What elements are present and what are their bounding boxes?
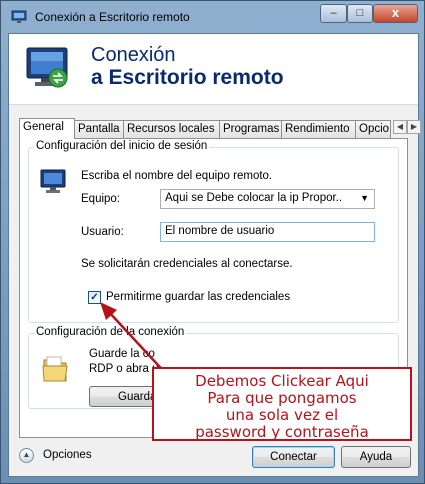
maximize-button[interactable]: □ <box>347 4 373 23</box>
login-group-title: Configuración del inicio de sesión <box>34 140 210 152</box>
folder-icon <box>42 356 68 382</box>
callout-line: Debemos Clickear Aqui <box>195 372 369 390</box>
connection-group-title: Configuración de la conexión <box>34 326 187 338</box>
help-button[interactable]: Ayuda <box>341 446 411 468</box>
save-credentials-label[interactable]: Permitirme guardar las credenciales <box>106 291 290 303</box>
tab-scroll-right-button[interactable]: ▶ <box>407 120 421 134</box>
equipo-label: Equipo: <box>81 193 121 205</box>
equipo-combobox[interactable]: Aqui se Debe colocar la ip Propor.. ▼ <box>160 189 375 209</box>
options-label[interactable]: Opciones <box>43 449 92 461</box>
close-button[interactable]: x <box>373 4 418 23</box>
callout-line: una sola vez el <box>225 406 339 424</box>
connection-text-line2: RDP o abra u <box>89 363 159 375</box>
chevron-up-icon[interactable]: ▲ <box>19 448 34 463</box>
instruction-text: Escriba el nombre del equipo remoto. <box>81 170 273 182</box>
callout-line: password y contraseña <box>195 423 369 441</box>
minimize-button[interactable]: – <box>320 4 347 23</box>
remote-desktop-icon <box>11 10 27 23</box>
tab-general[interactable]: General <box>19 118 75 139</box>
header-title-line2: a Escritorio remoto <box>91 66 284 89</box>
tab-strip: General Pantalla Recursos locales Progra… <box>19 118 421 139</box>
header-title-line1: Conexión <box>91 44 176 66</box>
computer-icon <box>40 169 66 193</box>
remote-desktop-logo-icon <box>26 47 68 88</box>
usuario-label: Usuario: <box>81 226 124 238</box>
equipo-value: Aqui se Debe colocar la ip Propor.. <box>165 192 343 204</box>
save-credentials-checkbox[interactable]: ✓ <box>88 291 101 304</box>
credentials-note: Se solicitarán credenciales al conectars… <box>81 258 293 270</box>
tab-programas[interactable]: Programas <box>219 120 282 138</box>
tab-pantalla[interactable]: Pantalla <box>74 120 124 138</box>
connect-button[interactable]: Conectar <box>252 446 335 468</box>
usuario-value: El nombre de usuario <box>165 225 275 237</box>
login-settings-group: Configuración del inicio de sesión Escri… <box>28 140 399 323</box>
tab-recursos-locales[interactable]: Recursos locales <box>123 120 220 138</box>
connection-text-line1: Guarde la co <box>89 348 155 360</box>
annotation-callout: Debemos Clickear Aqui Para que pongamos … <box>152 367 412 441</box>
tab-scroll-left-button[interactable]: ◀ <box>393 120 407 134</box>
dialog-header: Conexión a Escritorio remoto <box>9 34 418 105</box>
tab-rendimiento[interactable]: Rendimiento <box>281 120 356 138</box>
usuario-input[interactable]: El nombre de usuario <box>160 222 375 242</box>
chevron-down-icon[interactable]: ▼ <box>360 193 369 203</box>
tab-opciones[interactable]: Opcio <box>355 120 391 138</box>
title-bar[interactable]: Conexión a Escritorio remoto – □ x <box>1 1 424 33</box>
callout-line: Para que pongamos <box>207 389 357 407</box>
window-title: Conexión a Escritorio remoto <box>35 10 190 24</box>
